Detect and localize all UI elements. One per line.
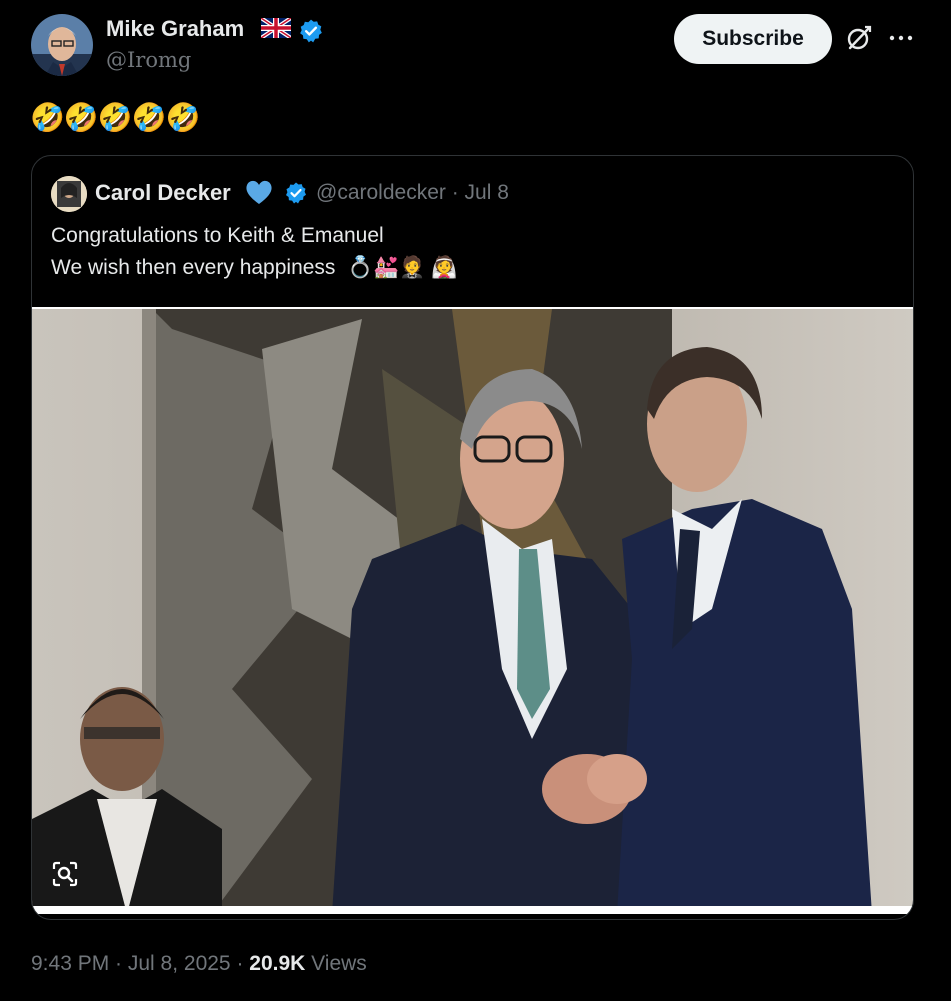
- verified-badge-icon[interactable]: [284, 181, 308, 205]
- quote-author-avatar[interactable]: [51, 176, 87, 212]
- quote-handle-date[interactable]: @caroldecker · Jul 8: [316, 181, 509, 205]
- views-label: Views: [311, 952, 367, 975]
- grok-icon[interactable]: [845, 24, 873, 52]
- uk-flag-icon: [259, 16, 293, 40]
- author-handle[interactable]: @Iromg: [106, 48, 191, 72]
- views-count: 20.9K: [249, 952, 306, 975]
- author-name[interactable]: Mike Graham: [106, 16, 244, 42]
- more-options-icon[interactable]: [886, 26, 916, 50]
- tweet-timestamp[interactable]: 9:43 PM · Jul 8, 2025 ·: [31, 952, 249, 975]
- tweet-timestamp-views: 9:43 PM · Jul 8, 2025 · 20.9K Views: [31, 952, 367, 976]
- verified-badge-icon[interactable]: [298, 18, 324, 44]
- visual-search-icon[interactable]: [50, 859, 80, 889]
- quoted-tweet-card[interactable]: Carol Decker @caroldecker · Jul 8 Congra…: [31, 155, 914, 920]
- quote-author-name[interactable]: Carol Decker: [95, 180, 231, 206]
- tweet-text: 🤣🤣🤣🤣🤣: [30, 102, 200, 133]
- quote-text: Congratulations to Keith & Emanuel We wi…: [51, 220, 458, 284]
- subscribe-button[interactable]: Subscribe: [674, 14, 832, 64]
- blue-heart-icon: [244, 178, 274, 206]
- quote-line-1: Congratulations to Keith & Emanuel: [51, 224, 384, 247]
- quote-line-2: We wish then every happiness 💍💒🤵 👰: [51, 256, 458, 279]
- author-avatar[interactable]: [31, 14, 93, 76]
- quote-photo[interactable]: [32, 307, 913, 914]
